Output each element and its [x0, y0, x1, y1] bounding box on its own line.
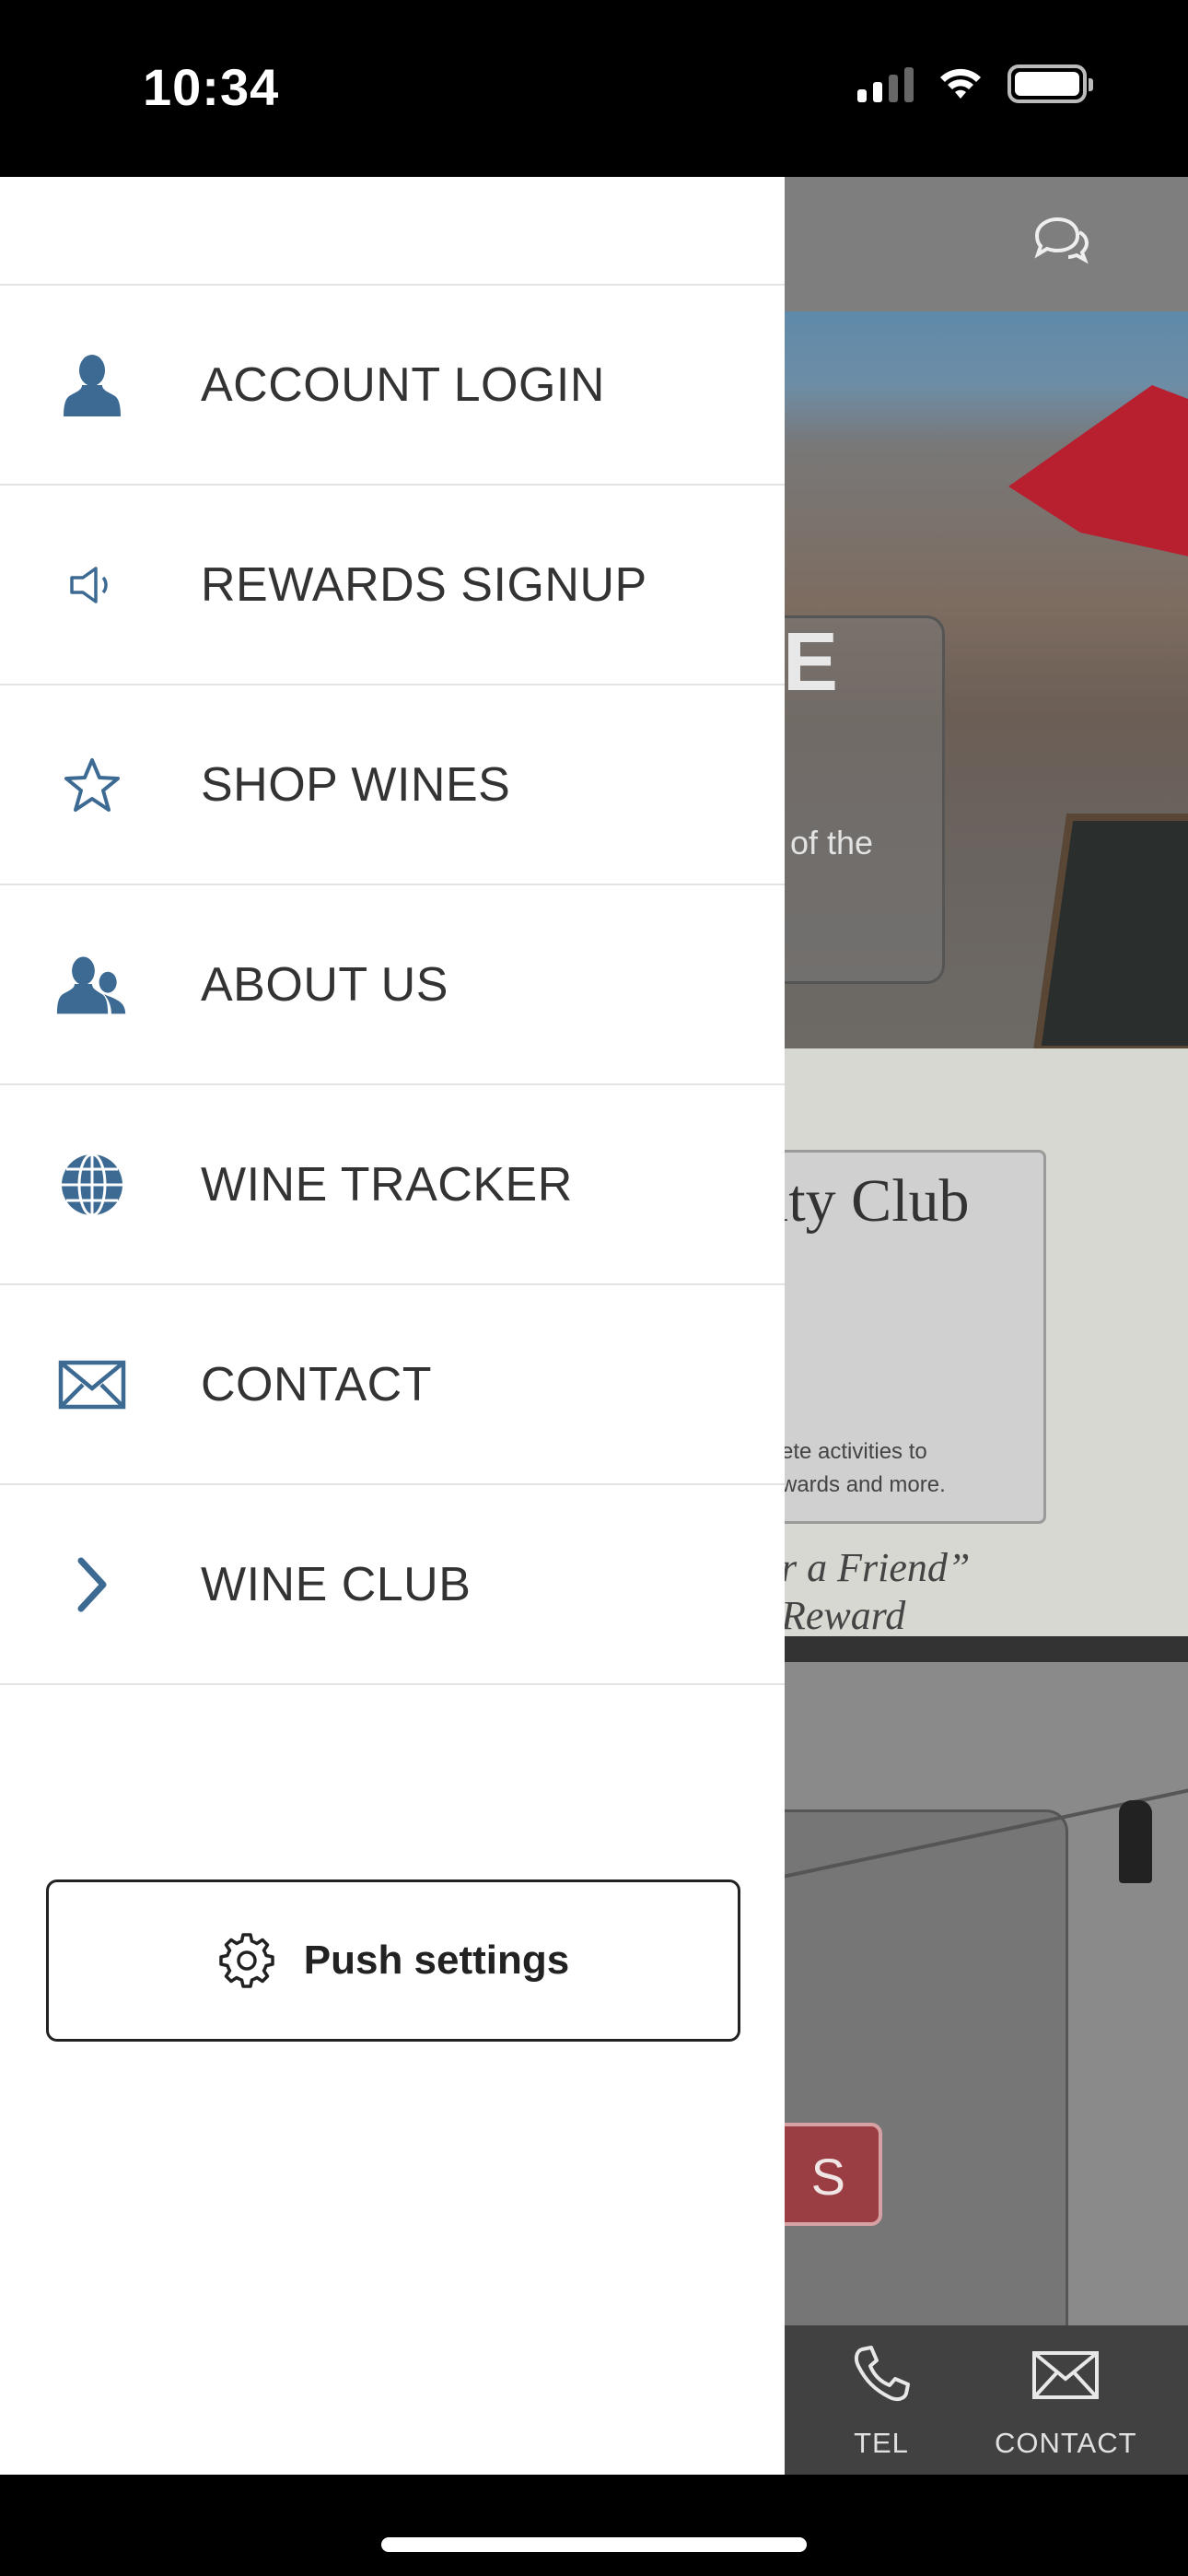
envelope-icon: [1032, 2351, 1100, 2399]
club-title-partial: lty Club: [772, 1167, 970, 1235]
club-quote-line-2: Reward: [781, 1593, 906, 1638]
menu-item-label: CONTACT: [201, 1357, 432, 1411]
push-settings-label: Push settings: [303, 1938, 570, 1983]
tab-tel[interactable]: TEL: [849, 2342, 914, 2460]
side-drawer: ACCOUNT LOGIN REWARDS SIGNUP SHOP WINES …: [0, 177, 785, 2475]
star-icon: [55, 748, 129, 822]
hero-text-partial: of the: [790, 824, 874, 861]
menu-item-label: WINE TRACKER: [201, 1157, 573, 1212]
push-settings-button[interactable]: Push settings: [46, 1879, 740, 2042]
menu-item-contact[interactable]: CONTACT: [0, 1285, 785, 1485]
hero-heading-partial: E: [783, 616, 839, 708]
chevron-right-icon: [55, 1548, 129, 1622]
users-icon: [55, 948, 129, 1022]
menu-item-wine-tracker[interactable]: WINE TRACKER: [0, 1085, 785, 1285]
home-indicator-area: [0, 2475, 1188, 2576]
club-line-1: ete activities to: [781, 1439, 927, 1464]
tightrope-walker-graphic: [1119, 1800, 1152, 1883]
menu-item-label: SHOP WINES: [201, 757, 511, 812]
battery-icon: [1007, 64, 1093, 103]
club-quote-line-1: r a Friend”: [781, 1545, 971, 1590]
envelope-icon: [55, 1348, 129, 1422]
wifi-icon: [940, 68, 981, 99]
menu-item-shop-wines[interactable]: SHOP WINES: [0, 685, 785, 885]
tab-contact-label: CONTACT: [995, 2427, 1137, 2459]
umbrella-graphic: [1008, 385, 1188, 569]
menu-item-label: ABOUT US: [201, 957, 448, 1012]
club-line-2: wards and more.: [781, 1472, 946, 1497]
menu-item-account-login[interactable]: ACCOUNT LOGIN: [0, 286, 785, 486]
phone-icon: [854, 2346, 910, 2402]
status-icons: [857, 64, 1093, 103]
gear-icon: [219, 1933, 274, 1988]
menu-item-rewards-signup[interactable]: REWARDS SIGNUP: [0, 486, 785, 685]
status-bar: 10:34: [0, 0, 1188, 177]
cellular-signal-icon: [857, 65, 914, 102]
tab-tel-label: TEL: [854, 2427, 909, 2459]
megaphone-icon: [55, 548, 129, 622]
globe-icon: [55, 1148, 129, 1222]
chat-icon[interactable]: [1030, 214, 1090, 269]
home-indicator[interactable]: [381, 2537, 807, 2552]
tab-contact[interactable]: CONTACT: [995, 2342, 1137, 2460]
menu-item-label: REWARDS SIGNUP: [201, 557, 647, 612]
menu-item-label: WINE CLUB: [201, 1557, 472, 1611]
menu-item-about-us[interactable]: ABOUT US: [0, 885, 785, 1085]
menu-item-wine-club[interactable]: WINE CLUB: [0, 1485, 785, 1685]
chalkboard-sign-graphic: [1032, 814, 1188, 1053]
user-icon: [55, 348, 129, 422]
menu-item-label: ACCOUNT LOGIN: [201, 357, 605, 412]
drawer-header: [0, 177, 785, 286]
status-time: 10:34: [143, 58, 280, 116]
